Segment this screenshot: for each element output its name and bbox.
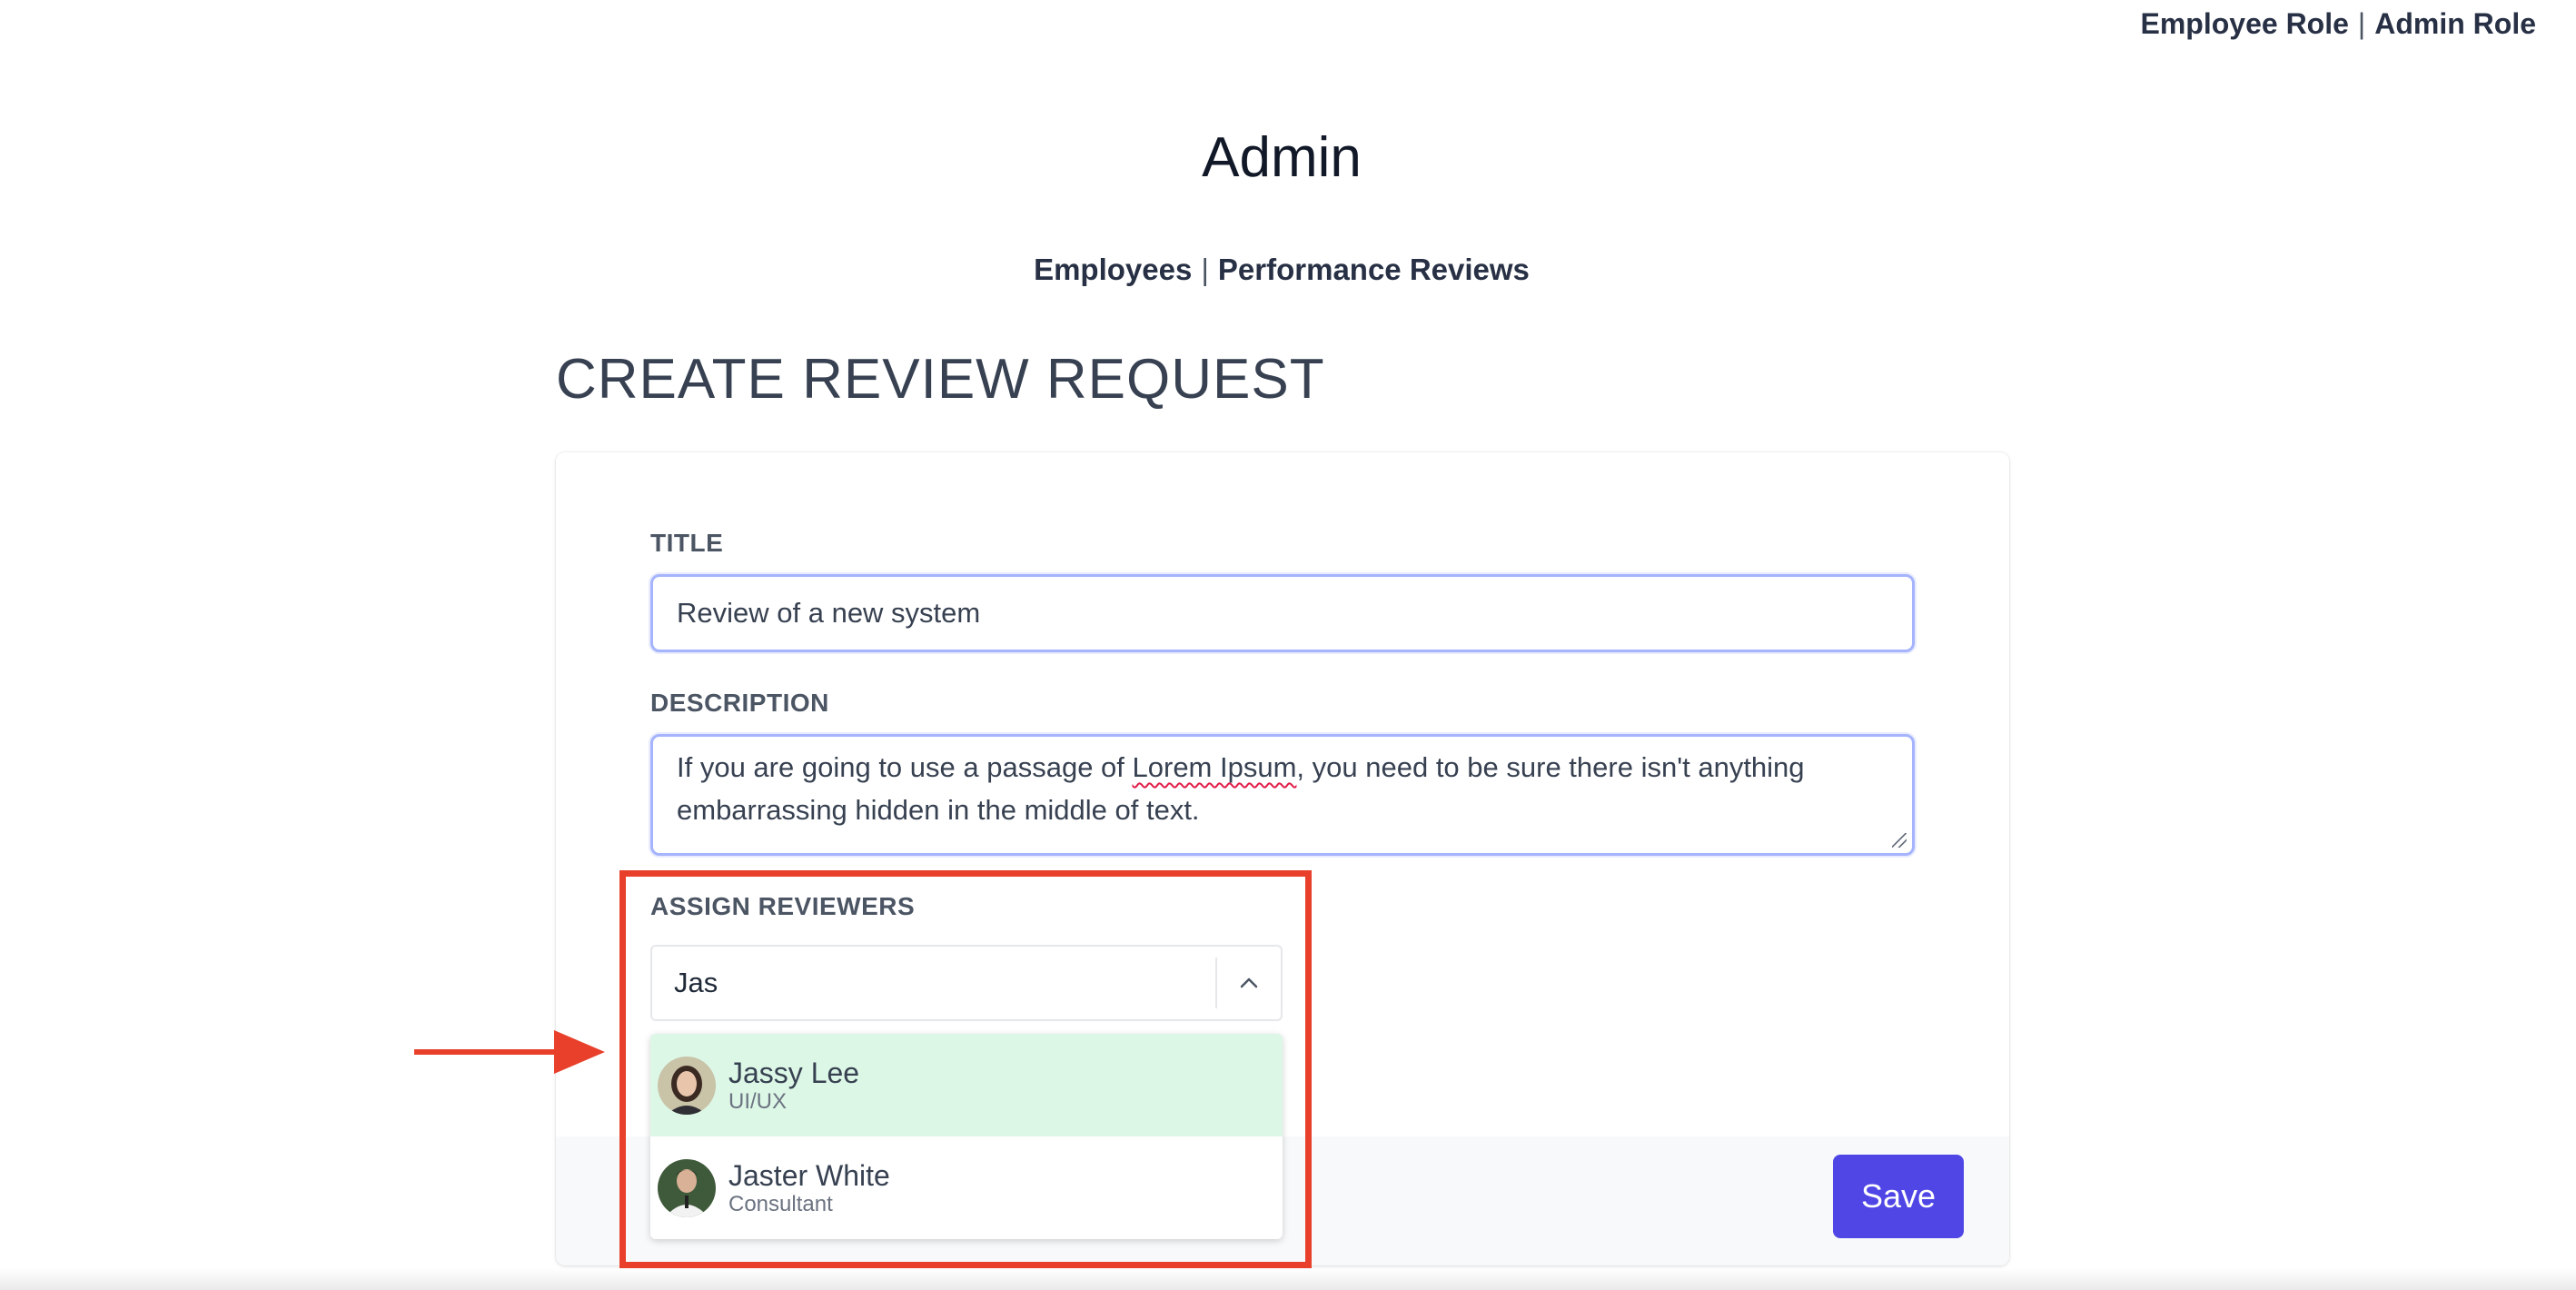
performance-reviews-link[interactable]: Performance Reviews: [1218, 253, 1530, 287]
arrow-right-icon: [414, 1027, 605, 1077]
title-label: TITLE: [650, 529, 724, 557]
description-label: DESCRIPTION: [650, 689, 829, 717]
employee-role-link[interactable]: Employee Role: [2141, 7, 2349, 41]
resize-handle-icon[interactable]: [1892, 833, 1907, 848]
employees-link[interactable]: Employees: [1034, 253, 1192, 287]
description-textarea[interactable]: If you are going to use a passage of Lor…: [650, 734, 1915, 856]
description-text-start: If you are going to use a passage of: [677, 751, 1133, 783]
page: Employee Role | Admin Role Admin Employe…: [0, 0, 2576, 1290]
title-input-value: Review of a new system: [677, 597, 981, 629]
role-separator: |: [2357, 7, 2366, 40]
nav-separator: |: [1201, 253, 1209, 286]
annotation-highlight-box: [619, 870, 1312, 1268]
title-input[interactable]: Review of a new system: [650, 574, 1915, 652]
scroll-shadow: [0, 1268, 2576, 1290]
admin-nav: Employees | Performance Reviews: [0, 253, 2563, 287]
save-button[interactable]: Save: [1833, 1155, 1964, 1238]
admin-role-link[interactable]: Admin Role: [2374, 7, 2536, 41]
misspelled-word: Lorem Ipsum: [1132, 751, 1297, 783]
page-heading: CREATE REVIEW REQUEST: [556, 348, 1325, 411]
site-title: Admin: [1202, 126, 1362, 189]
role-switcher: Employee Role | Admin Role: [2141, 7, 2537, 41]
